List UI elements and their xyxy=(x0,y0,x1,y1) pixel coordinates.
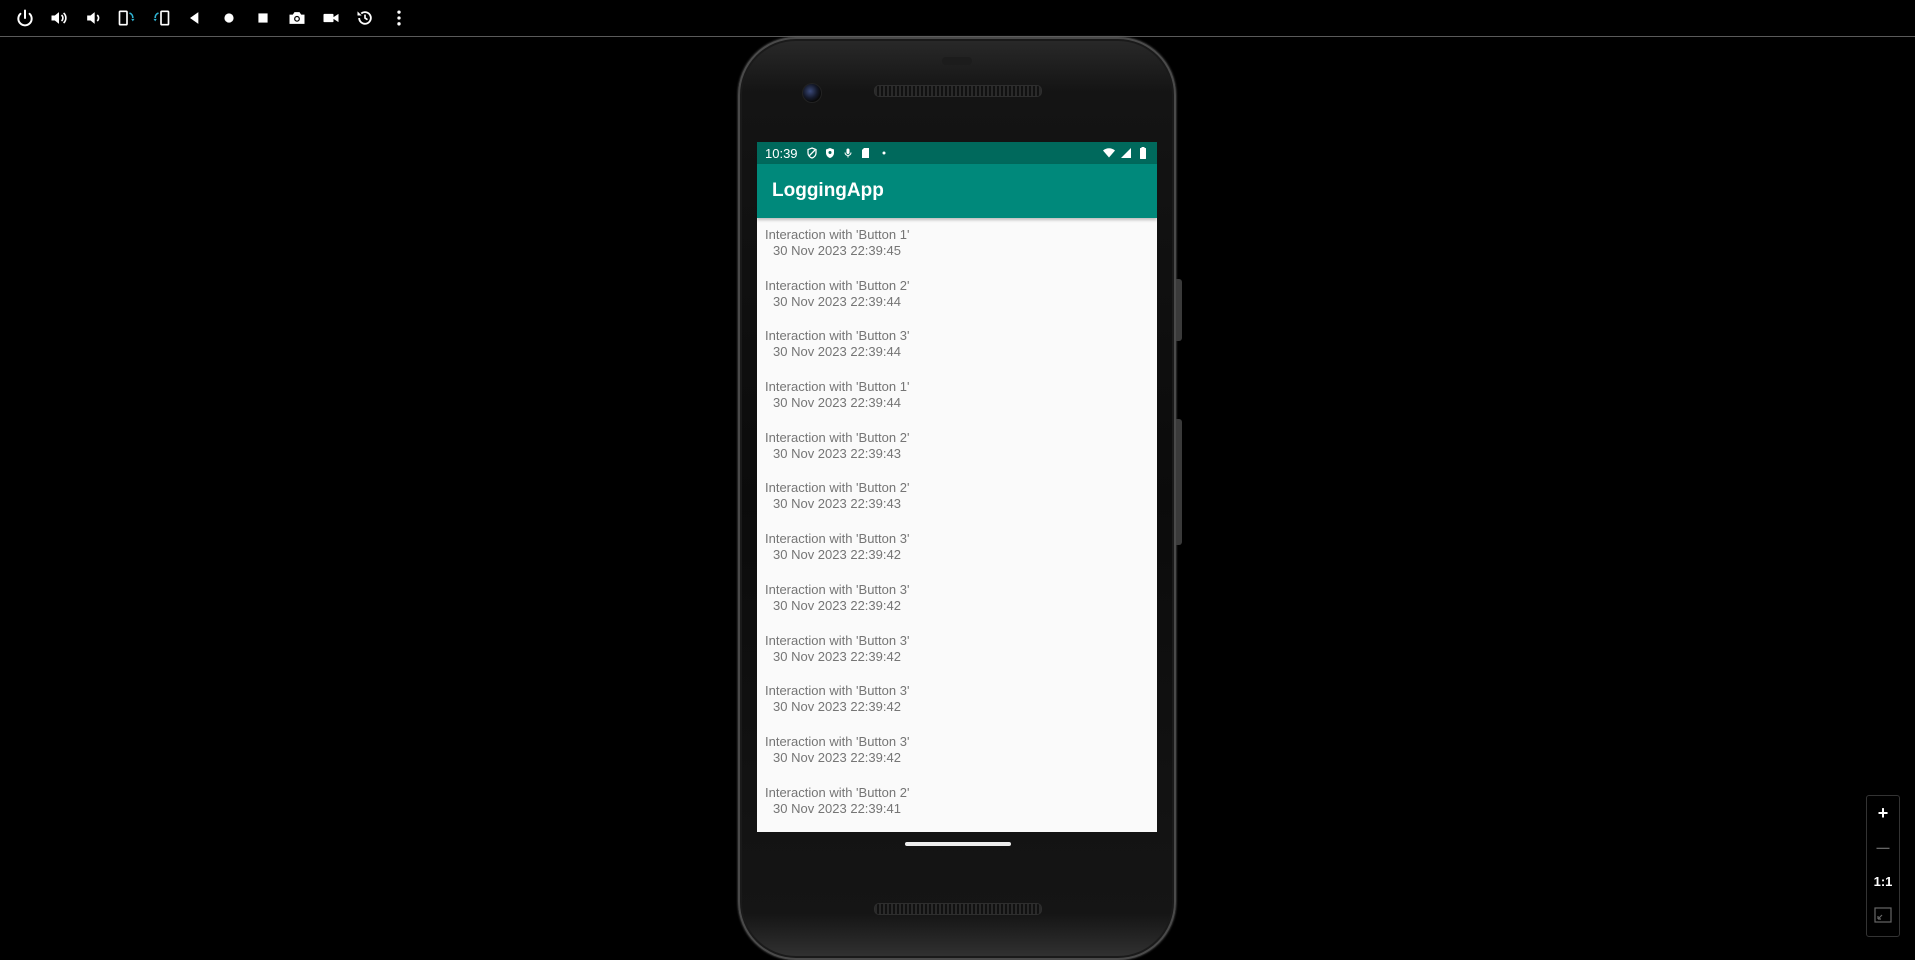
status-time: 10:39 xyxy=(765,145,798,161)
log-item-text: Interaction with 'Button 2' xyxy=(765,429,910,445)
screenrecord-icon xyxy=(323,13,339,23)
zoom-in-icon: + xyxy=(1877,802,1889,823)
log-item-text: Interaction with 'Button 3' xyxy=(765,683,910,699)
zoom-out-button[interactable]: — xyxy=(1867,830,1899,864)
log-item-timestamp: 30 Nov 2023 22:39:42 xyxy=(773,648,901,664)
bottom-speaker xyxy=(874,903,1042,915)
screenshot-button[interactable] xyxy=(280,1,314,35)
log-item-text: Interaction with 'Button 3' xyxy=(765,733,910,749)
volume-up-icon xyxy=(51,12,67,24)
log-item-text: Interaction with 'Button 1' xyxy=(765,227,910,242)
device-frame: 10:39 LoggingApp Interaction with 'Butto… xyxy=(738,37,1182,960)
app-title: LoggingApp xyxy=(772,180,884,201)
log-item[interactable]: Interaction with 'Button 2' 30 Nov 2023 2… xyxy=(757,430,1157,481)
log-item-timestamp: 30 Nov 2023 22:39:45 xyxy=(773,243,901,258)
log-item-text: Interaction with 'Button 2' xyxy=(765,784,910,800)
log-item-timestamp: 30 Nov 2023 22:39:44 xyxy=(773,344,901,360)
power-button[interactable] xyxy=(8,1,42,35)
rotate-right-icon xyxy=(153,10,170,26)
cellular-signal-icon xyxy=(1120,147,1132,159)
more-icon xyxy=(397,10,401,26)
log-item-text: Interaction with 'Button 3' xyxy=(765,581,910,597)
sd-card-icon xyxy=(860,147,872,159)
zoom-panel: + — 1:1 xyxy=(1866,795,1900,937)
actual-size-button[interactable]: 1:1 xyxy=(1867,864,1899,898)
microphone-icon xyxy=(842,147,854,159)
top-speaker xyxy=(874,85,1042,97)
fit-screen-icon xyxy=(1874,907,1892,923)
log-item[interactable]: Interaction with 'Button 2' 30 Nov 2023 2… xyxy=(757,278,1157,329)
home-button[interactable] xyxy=(212,1,246,35)
back-button[interactable] xyxy=(178,1,212,35)
log-item-text: Interaction with 'Button 2' xyxy=(765,277,910,293)
log-item[interactable]: Interaction with 'Button 1' 30 Nov 2023 2… xyxy=(757,227,1157,278)
volume-side-button[interactable] xyxy=(1176,419,1182,545)
status-bar: 10:39 xyxy=(757,142,1157,164)
log-item[interactable]: Interaction with 'Button 3' 30 Nov 2023 2… xyxy=(757,582,1157,633)
reset-icon xyxy=(357,11,372,25)
log-item-timestamp: 30 Nov 2023 22:39:42 xyxy=(773,749,901,765)
zoom-in-button[interactable]: + xyxy=(1867,796,1899,830)
volume-up-button[interactable] xyxy=(42,1,76,35)
log-item-text: Interaction with 'Button 1' xyxy=(765,379,910,395)
log-item-timestamp: 30 Nov 2023 22:39:42 xyxy=(773,547,901,563)
screenrecord-button[interactable] xyxy=(314,1,348,35)
log-item[interactable]: Interaction with 'Button 3' 30 Nov 2023 2… xyxy=(757,734,1157,785)
more-button[interactable] xyxy=(382,1,416,35)
log-item[interactable]: Interaction with 'Button 2' 30 Nov 2023 2… xyxy=(757,480,1157,531)
log-item[interactable]: Interaction with 'Button 3' 30 Nov 2023 2… xyxy=(757,683,1157,734)
log-item-text: Interaction with 'Button 2' xyxy=(765,480,910,496)
log-item[interactable]: Interaction with 'Button 3' 30 Nov 2023 2… xyxy=(757,328,1157,379)
power-side-button[interactable] xyxy=(1176,279,1182,341)
home-indicator[interactable] xyxy=(905,842,1011,846)
battery-icon xyxy=(1137,147,1149,159)
rotate-left-icon xyxy=(118,10,135,26)
emulator-toolbar xyxy=(0,0,1915,37)
log-item-timestamp: 30 Nov 2023 22:39:44 xyxy=(773,293,901,309)
log-item[interactable]: Interaction with 'Button 2' 30 Nov 2023 2… xyxy=(757,785,1157,832)
log-item-timestamp: 30 Nov 2023 22:39:43 xyxy=(773,445,901,461)
log-item-timestamp: 30 Nov 2023 22:39:44 xyxy=(773,395,901,411)
log-item[interactable]: Interaction with 'Button 3' 30 Nov 2023 2… xyxy=(757,633,1157,684)
device-screen[interactable]: 10:39 LoggingApp Interaction with 'Butto… xyxy=(757,142,1157,832)
front-camera xyxy=(802,83,822,103)
back-icon xyxy=(190,12,199,24)
volume-down-icon xyxy=(87,12,100,24)
power-icon xyxy=(17,9,33,27)
camera-icon xyxy=(289,12,305,24)
volume-down-button[interactable] xyxy=(76,1,110,35)
app-bar: LoggingApp xyxy=(757,164,1157,218)
home-icon xyxy=(224,13,234,23)
vpn-shield-icon xyxy=(806,147,818,159)
reset-button[interactable] xyxy=(348,1,382,35)
overview-button[interactable] xyxy=(246,1,280,35)
security-shield-icon xyxy=(824,147,836,159)
wifi-icon xyxy=(1103,147,1115,159)
log-item-timestamp: 30 Nov 2023 22:39:42 xyxy=(773,597,901,613)
rotate-left-button[interactable] xyxy=(110,1,144,35)
log-item-text: Interaction with 'Button 3' xyxy=(765,531,910,547)
log-item[interactable]: Interaction with 'Button 3' 30 Nov 2023 2… xyxy=(757,531,1157,582)
zoom-out-icon: — xyxy=(1876,839,1890,855)
log-list[interactable]: Interaction with 'Button 1' 30 Nov 2023 2… xyxy=(757,218,1157,832)
log-item-text: Interaction with 'Button 3' xyxy=(765,632,910,648)
fit-screen-button[interactable] xyxy=(1867,898,1899,932)
log-item[interactable]: Interaction with 'Button 1' 30 Nov 2023 2… xyxy=(757,379,1157,430)
proximity-sensor xyxy=(942,57,972,65)
rotate-right-button[interactable] xyxy=(144,1,178,35)
notification-dot-icon xyxy=(878,147,890,159)
actual-size-label: 1:1 xyxy=(1873,873,1893,889)
overview-icon xyxy=(258,13,268,23)
log-item-timestamp: 30 Nov 2023 22:39:43 xyxy=(773,496,901,512)
log-item-text: Interaction with 'Button 3' xyxy=(765,328,910,344)
log-item-timestamp: 30 Nov 2023 22:39:42 xyxy=(773,699,901,715)
log-item-timestamp: 30 Nov 2023 22:39:41 xyxy=(773,800,901,816)
